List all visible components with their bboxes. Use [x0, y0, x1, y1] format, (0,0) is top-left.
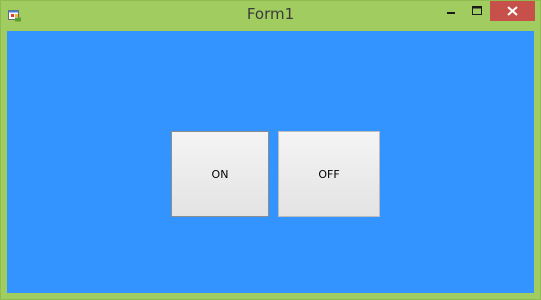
- off-button-label: OFF: [318, 167, 340, 181]
- minimize-button[interactable]: [438, 1, 464, 21]
- on-button-label: ON: [211, 167, 229, 181]
- form-client-area: ON OFF: [7, 31, 534, 293]
- maximize-button[interactable]: [464, 1, 490, 21]
- title-bar[interactable]: Form1: [1, 1, 540, 30]
- off-button[interactable]: OFF: [278, 131, 380, 217]
- form-window: Form1 ON OFF: [0, 0, 541, 300]
- on-button[interactable]: ON: [171, 131, 269, 217]
- close-button[interactable]: [490, 1, 535, 21]
- maximize-icon: [472, 6, 482, 15]
- minimize-icon: [447, 12, 455, 14]
- close-icon: [507, 6, 518, 16]
